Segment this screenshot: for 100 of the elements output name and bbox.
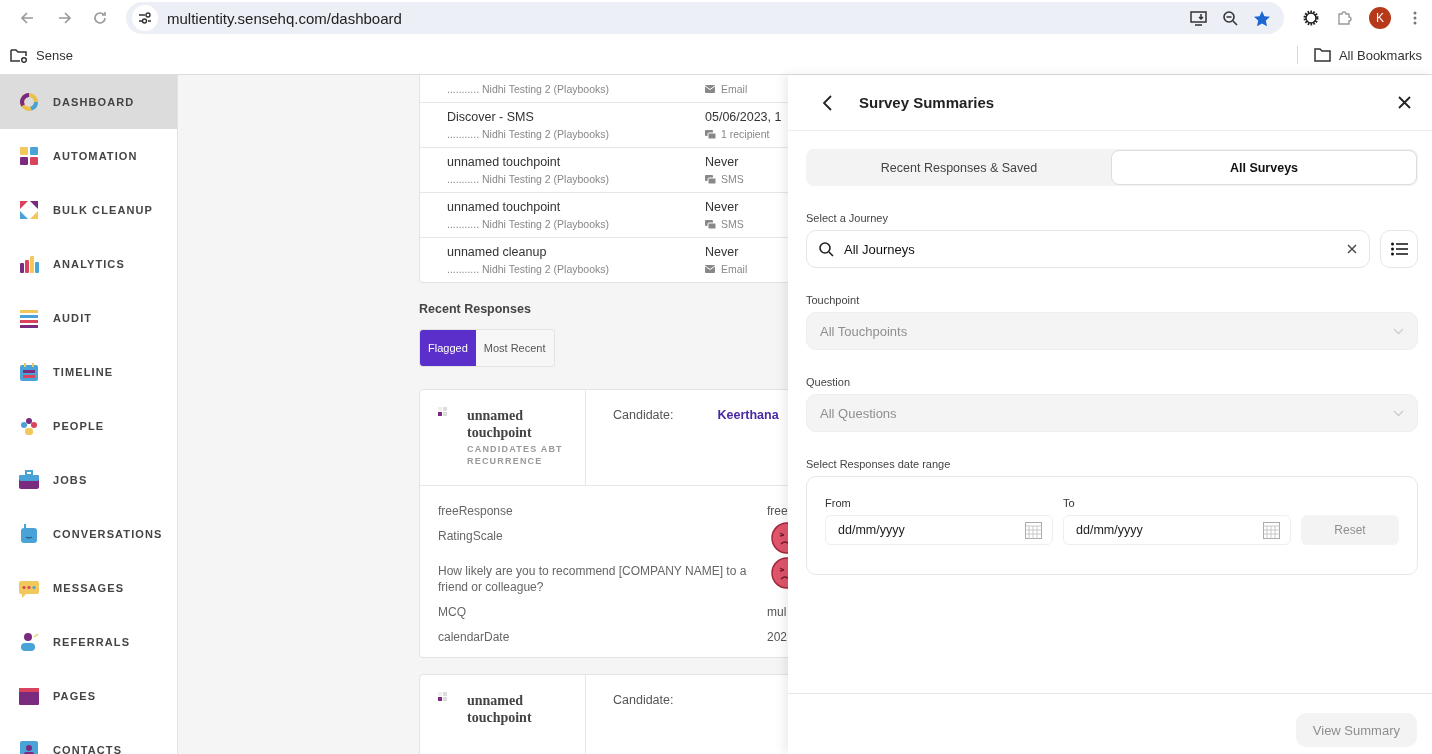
- touchpoint-name[interactable]: Discover - SMS: [447, 110, 705, 124]
- grid-icon: [18, 145, 40, 167]
- section-title: Recent Responses: [419, 302, 532, 316]
- field-label: Touchpoint: [806, 294, 861, 306]
- gear-icon[interactable]: [1302, 9, 1320, 27]
- answer-text: mul: [767, 604, 787, 620]
- bookmarks-link[interactable]: All Bookmarks: [1338, 47, 1422, 63]
- robot-icon: [18, 523, 40, 545]
- panel-title: Survey Summaries: [859, 94, 996, 111]
- reload-icon[interactable]: [92, 10, 108, 26]
- date-field[interactable]: dd/mm/yyyy: [825, 515, 1053, 545]
- list-view-button[interactable]: [1380, 230, 1418, 268]
- answer-text: free: [767, 503, 788, 519]
- calendar-icon: [1025, 521, 1042, 539]
- filter-tab[interactable]: Most Recent: [475, 330, 554, 366]
- chat-icon: [705, 129, 716, 139]
- chevron-down-icon: [1393, 409, 1404, 417]
- touchpoint-icon: [438, 692, 448, 702]
- question-text: MCQ: [438, 604, 467, 620]
- bookmark-link[interactable]: Sense: [36, 47, 73, 63]
- calendar-icon: [1263, 521, 1280, 539]
- avatar[interactable]: K: [1369, 7, 1391, 29]
- list-icon: [1390, 242, 1408, 256]
- envelope-icon: [705, 264, 716, 274]
- answer-text: 202: [767, 629, 788, 645]
- tune-icon[interactable]: [138, 12, 152, 24]
- playbook-name: ........... Nidhi Testing 2 (Playbooks): [447, 128, 611, 140]
- sidebar-item[interactable]: CONTACTS: [0, 723, 177, 754]
- channel-label: Email: [721, 263, 748, 275]
- folder-icon[interactable]: [10, 47, 28, 63]
- playbook-name: ........... Nidhi Testing 2 (Playbooks): [447, 83, 611, 95]
- back-icon: [823, 94, 833, 111]
- last-sent: Never: [705, 200, 740, 214]
- sidebar-item[interactable]: JOBS: [0, 453, 177, 507]
- bar-chart-icon: [18, 253, 40, 275]
- calendar-icon: [18, 361, 40, 383]
- field-label: Candidate:: [613, 408, 674, 422]
- channel-label: SMS: [721, 218, 744, 230]
- close-icon: [1397, 96, 1411, 109]
- window-icon: [18, 685, 40, 707]
- field-label: From: [825, 497, 852, 509]
- search-field[interactable]: All Journeys: [806, 230, 1370, 268]
- field-label: Select Responses date range: [806, 458, 952, 470]
- question-text: freeResponse: [438, 503, 514, 519]
- candidate-link[interactable]: Keerthana: [717, 408, 779, 422]
- sidebar-item[interactable]: AUTOMATION: [0, 129, 177, 183]
- channel-label: SMS: [721, 173, 744, 185]
- sidebar-item[interactable]: CONVERSATIONS: [0, 507, 177, 561]
- chat-icon: [705, 219, 716, 229]
- last-sent: Never: [705, 155, 740, 169]
- chevron-down-icon: [1393, 327, 1404, 335]
- question-text: calendarDate: [438, 629, 511, 645]
- tab[interactable]: Recent Responses & Saved: [807, 150, 1111, 185]
- forward-icon[interactable]: [56, 10, 72, 26]
- zoom-icon[interactable]: [1221, 9, 1239, 27]
- clear-icon[interactable]: [1347, 244, 1357, 254]
- chat-icon: [705, 174, 716, 184]
- playbook-name: ........... Nidhi Testing 2 (Playbooks): [447, 263, 611, 275]
- sidebar-item[interactable]: PAGES: [0, 669, 177, 723]
- journey-name: CANDIDATES ABT RECURRENCE: [467, 443, 564, 467]
- touchpoint-name[interactable]: unnamed cleanup: [447, 245, 705, 259]
- person-icon: [18, 631, 40, 653]
- back-icon[interactable]: [20, 10, 36, 26]
- field-label: To: [1063, 497, 1076, 509]
- people-icon: [18, 415, 40, 437]
- last-sent: Never: [705, 245, 740, 259]
- question-text: RatingScale: [438, 528, 504, 544]
- filter-tab[interactable]: Flagged: [420, 330, 476, 366]
- sidebar-item[interactable]: AUDIT: [0, 291, 177, 345]
- url-text: multientity.sensehq.com/dashboard: [167, 9, 403, 27]
- menu-icon[interactable]: [1413, 11, 1417, 25]
- date-field[interactable]: dd/mm/yyyy: [1063, 515, 1291, 545]
- list-icon: [18, 307, 40, 329]
- sidebar-item[interactable]: PEOPLE: [0, 399, 177, 453]
- sidebar-item[interactable]: DASHBOARD: [0, 75, 177, 129]
- arrows-icon: [18, 199, 40, 221]
- field-label: Question: [806, 376, 852, 388]
- address-bar[interactable]: multientity.sensehq.com/dashboard: [126, 2, 1284, 34]
- sidebar-item[interactable]: TIMELINE: [0, 345, 177, 399]
- touchpoint-title: unnamed touchpoint: [467, 692, 533, 726]
- install-icon[interactable]: [1189, 9, 1207, 27]
- touchpoint-name[interactable]: unnamed touchpoint: [447, 200, 705, 214]
- field-label: Candidate:: [613, 693, 674, 707]
- channel-label: 1 recipient: [721, 128, 770, 140]
- puzzle-icon[interactable]: [1337, 10, 1353, 26]
- donut-chart-icon: [18, 91, 40, 113]
- folder-icon[interactable]: [1313, 48, 1331, 62]
- sidebar-item[interactable]: REFERRALS: [0, 615, 177, 669]
- sidebar-item[interactable]: ANALYTICS: [0, 237, 177, 291]
- touchpoint-icon: [438, 407, 448, 417]
- playbook-name: ........... Nidhi Testing 2 (Playbooks): [447, 218, 611, 230]
- envelope-icon: [705, 84, 716, 94]
- sidebar-item[interactable]: MESSAGES: [0, 561, 177, 615]
- tab[interactable]: All Surveys: [1111, 150, 1417, 185]
- star-icon[interactable]: [1253, 9, 1271, 27]
- sidebar-item[interactable]: BULK CLEANUP: [0, 183, 177, 237]
- channel-label: Email: [721, 83, 748, 95]
- touchpoint-title: unnamed touchpoint: [467, 407, 533, 441]
- briefcase-icon: [18, 469, 40, 491]
- touchpoint-name[interactable]: unnamed touchpoint: [447, 155, 705, 169]
